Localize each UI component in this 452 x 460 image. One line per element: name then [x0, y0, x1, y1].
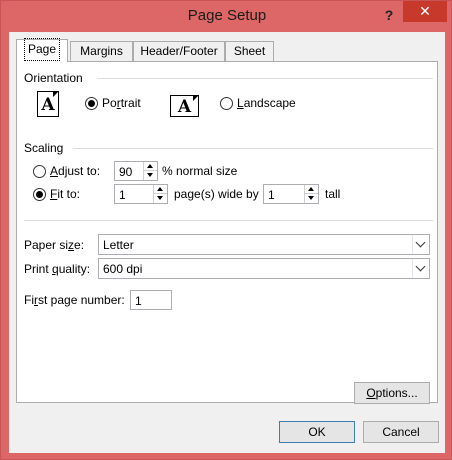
first-page-number-label: First page number: — [24, 293, 125, 307]
tab-header-footer[interactable]: Header/Footer — [133, 41, 225, 62]
first-page-number-input[interactable]: 1 — [130, 290, 172, 310]
landscape-radio[interactable] — [220, 97, 233, 110]
print-quality-label: Print quality: — [24, 262, 90, 276]
fit-label-b: it to: — [57, 187, 81, 201]
adjust-to-label[interactable]: Adjust to: — [50, 164, 100, 178]
fit-tall-spinner-arrows — [304, 185, 318, 203]
normal-size-label: % normal size — [162, 164, 238, 178]
spin-down-icon[interactable] — [154, 194, 167, 203]
scaling-bottom-divider — [24, 220, 433, 221]
scaling-heading: Scaling — [24, 141, 64, 155]
orientation-heading: Orientation — [24, 71, 83, 85]
chevron-down-icon[interactable] — [412, 235, 429, 254]
portrait-page-icon: A — [37, 91, 59, 117]
orientation-divider — [97, 78, 433, 79]
portrait-label-a: Po — [102, 96, 117, 110]
landscape-label-b: andscape — [243, 96, 296, 110]
spin-down-icon[interactable] — [305, 194, 318, 203]
print-quality-select[interactable]: 600 dpi — [98, 258, 430, 279]
paper-size-label-a: Paper si — [24, 238, 69, 252]
portrait-label-b: trait — [120, 96, 141, 110]
spin-down-icon[interactable] — [144, 171, 157, 180]
tall-label: tall — [325, 187, 341, 201]
scaling-divider — [73, 148, 433, 149]
first-page-number-value: 1 — [135, 294, 142, 308]
page-setup-window: Page Setup ? ✕ Page Margins Header/Foote… — [0, 0, 452, 460]
adjust-percent-spinner[interactable]: 90 — [114, 161, 158, 181]
cancel-button[interactable]: Cancel — [363, 421, 439, 443]
options-button[interactable]: Options... — [354, 382, 430, 404]
fit-wide-value: 1 — [119, 188, 126, 202]
landscape-label[interactable]: Landscape — [237, 96, 296, 110]
spin-up-icon[interactable] — [144, 162, 157, 171]
print-quality-label-accel: q — [52, 262, 59, 276]
tab-margins-label: Margins — [80, 44, 123, 58]
options-label-b: ptions... — [375, 386, 418, 400]
fit-to-label[interactable]: Fit to: — [50, 187, 80, 201]
ok-button[interactable]: OK — [279, 421, 355, 443]
adjust-label-accel: A — [50, 164, 59, 178]
adjust-to-radio[interactable] — [33, 165, 46, 178]
print-quality-value: 600 dpi — [103, 262, 143, 276]
landscape-label-accel: L — [237, 96, 244, 110]
portrait-icon-letter: A — [41, 95, 55, 115]
dialog-client-area: Page Margins Header/Footer Sheet Orienta… — [9, 32, 445, 453]
spin-up-icon[interactable] — [305, 185, 318, 194]
adjust-percent-value: 90 — [119, 165, 133, 179]
paper-size-value: Letter — [103, 238, 134, 252]
adjust-spinner-arrows — [143, 162, 157, 180]
tab-page[interactable]: Page — [16, 38, 68, 62]
fit-tall-value: 1 — [268, 188, 275, 202]
paper-size-label-b: e: — [74, 238, 85, 252]
title-bar[interactable]: Page Setup ? ✕ — [1, 1, 452, 33]
print-quality-label-a: Print — [24, 262, 53, 276]
landscape-page-icon: A — [170, 95, 199, 117]
tab-header-footer-label: Header/Footer — [140, 44, 218, 58]
fit-wide-spinner-arrows — [153, 185, 167, 203]
tab-page-label: Page — [23, 38, 61, 61]
adjust-label-b: djust to: — [58, 164, 101, 178]
spin-up-icon[interactable] — [154, 185, 167, 194]
fit-to-radio[interactable] — [33, 188, 46, 201]
portrait-label[interactable]: Portrait — [102, 96, 141, 110]
landscape-icon-letter: A — [177, 97, 192, 117]
tab-margins[interactable]: Margins — [70, 41, 133, 62]
fit-tall-spinner[interactable]: 1 — [263, 184, 319, 204]
close-button[interactable]: ✕ — [403, 1, 447, 22]
tab-panel-page: Orientation A Portrait A Landscape Scali… — [16, 61, 438, 404]
fit-wide-spinner[interactable]: 1 — [114, 184, 168, 204]
portrait-radio[interactable] — [85, 97, 98, 110]
tab-sheet-label: Sheet — [233, 44, 266, 58]
paper-size-select[interactable]: Letter — [98, 234, 430, 255]
print-quality-label-b: uality: — [58, 262, 91, 276]
tab-sheet[interactable]: Sheet — [225, 41, 274, 62]
chevron-down-icon[interactable] — [412, 259, 429, 278]
help-button[interactable]: ? — [379, 5, 399, 25]
first-page-label-a: Fi — [24, 293, 34, 307]
options-label-accel: O — [366, 386, 376, 400]
first-page-label-b: st page number: — [38, 293, 125, 307]
pages-wide-by-label: page(s) wide by — [174, 187, 259, 201]
paper-size-label: Paper size: — [24, 238, 84, 252]
